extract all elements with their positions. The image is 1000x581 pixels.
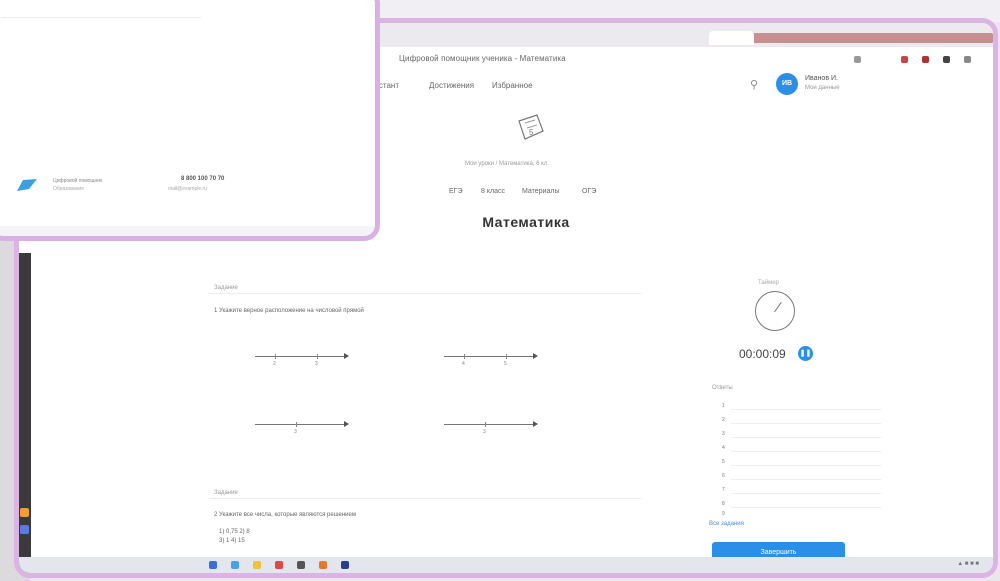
task-text: 1 Укажите верное расположение на числово… xyxy=(214,308,364,314)
left-taskbar xyxy=(19,253,31,573)
timer-caption: Таймер xyxy=(758,280,779,286)
nav-item[interactable]: Достижения xyxy=(429,81,474,90)
subnav-item[interactable]: Материалы xyxy=(522,188,559,195)
footer-text: Цифровой помощник xyxy=(53,178,103,184)
start-icon[interactable] xyxy=(209,561,217,569)
user-role: Мои данные xyxy=(805,85,840,91)
folder-icon[interactable] xyxy=(253,561,261,569)
answer-field[interactable] xyxy=(731,409,881,410)
tick xyxy=(464,354,465,359)
pause-icon[interactable]: ❚❚ xyxy=(798,346,813,361)
answer-number[interactable]: 1 xyxy=(722,403,725,409)
answer-number[interactable]: 6 xyxy=(722,473,725,479)
page-address-title[interactable]: Цифровой помощник ученика - Математика xyxy=(399,54,566,63)
tick-label: 4 xyxy=(462,361,465,367)
extension-icon[interactable] xyxy=(854,56,861,63)
search-icon[interactable]: ⚲ xyxy=(750,78,758,91)
answer-field[interactable] xyxy=(731,465,881,466)
breadcrumb[interactable]: Мои уроки / Математика, 6 кл. xyxy=(465,161,549,167)
system-tray[interactable]: ▲ ■ ■ ■ xyxy=(957,561,979,567)
footer-text: Образование xyxy=(53,186,84,192)
answer-field[interactable] xyxy=(731,423,881,424)
app-icon[interactable] xyxy=(231,561,239,569)
app-icon[interactable] xyxy=(319,561,327,569)
answer-field[interactable] xyxy=(731,437,881,438)
answer-options[interactable]: 1) 0,75 2) 8 xyxy=(219,529,250,535)
divider xyxy=(209,293,641,294)
email-link[interactable]: mail@example.ru xyxy=(168,186,207,192)
answer-number[interactable]: 9 xyxy=(722,511,725,517)
subnav-item[interactable]: 8 класс xyxy=(481,188,505,195)
answer-number[interactable]: 4 xyxy=(722,445,725,451)
tick-label: 3 xyxy=(483,429,486,435)
answer-options[interactable]: 3) 1 4) 15 xyxy=(219,538,245,544)
nav-item[interactable]: Избранное xyxy=(492,81,533,90)
tick xyxy=(485,422,486,427)
answer-field[interactable] xyxy=(731,451,881,452)
answer-number[interactable]: 7 xyxy=(722,487,725,493)
menu-icon[interactable] xyxy=(964,56,971,63)
divider xyxy=(209,498,641,499)
app-icon[interactable] xyxy=(297,561,305,569)
answer-field[interactable] xyxy=(731,479,881,480)
number-line[interactable] xyxy=(444,421,538,427)
tick-label: 3 xyxy=(294,429,297,435)
overlay-taskbar xyxy=(0,226,375,236)
subject-logo-icon: 5 xyxy=(518,114,544,140)
timer-value: 00:00:09 xyxy=(739,347,786,361)
app-icon[interactable] xyxy=(275,561,283,569)
avatar[interactable]: ИВ xyxy=(776,73,798,95)
task-text: 2 Укажите все числа, которые являются ре… xyxy=(214,512,356,518)
number-line[interactable] xyxy=(444,353,538,359)
task-header: Задание xyxy=(214,285,238,291)
answer-number[interactable]: 8 xyxy=(722,501,725,507)
extension-icon[interactable] xyxy=(943,56,950,63)
tick-label: 5 xyxy=(504,361,507,367)
os-taskbar: ▲ ■ ■ ■ xyxy=(19,557,993,573)
answer-field[interactable] xyxy=(731,493,881,494)
svg-text:5: 5 xyxy=(529,128,534,137)
answer-number[interactable]: 3 xyxy=(722,431,725,437)
subnav-item[interactable]: ОГЭ xyxy=(582,188,596,195)
brand-logo-icon xyxy=(17,179,37,191)
stopwatch-icon xyxy=(755,291,795,331)
extension-icon[interactable] xyxy=(922,56,929,63)
number-line[interactable] xyxy=(255,421,349,427)
phone-number[interactable]: 8 800 100 70 70 xyxy=(181,176,224,182)
app-icon[interactable] xyxy=(20,525,29,534)
overlay-window: Цифровой помощник Образование 8 800 100 … xyxy=(0,0,380,241)
answers-caption: Ответы xyxy=(712,385,733,391)
tick xyxy=(275,354,276,359)
divider xyxy=(1,17,201,18)
browser-tab-active[interactable] xyxy=(709,31,754,45)
tick-label: 3 xyxy=(315,361,318,367)
answer-number[interactable]: 2 xyxy=(722,417,725,423)
tick xyxy=(506,354,507,359)
tick xyxy=(317,354,318,359)
extension-icon[interactable] xyxy=(901,56,908,63)
tick xyxy=(296,422,297,427)
answer-field[interactable] xyxy=(731,507,881,508)
user-name[interactable]: Иванов И. xyxy=(805,75,838,82)
task-header: Задание xyxy=(214,490,238,496)
app-icon[interactable] xyxy=(20,508,29,517)
app-icon[interactable] xyxy=(341,561,349,569)
all-tasks-link[interactable]: Все задания xyxy=(709,521,744,527)
answer-number[interactable]: 5 xyxy=(722,459,725,465)
tick-label: 2 xyxy=(273,361,276,367)
number-line[interactable] xyxy=(255,353,349,359)
browser-tab-inactive[interactable] xyxy=(744,33,993,43)
subnav-item[interactable]: ЕГЭ xyxy=(449,188,463,195)
